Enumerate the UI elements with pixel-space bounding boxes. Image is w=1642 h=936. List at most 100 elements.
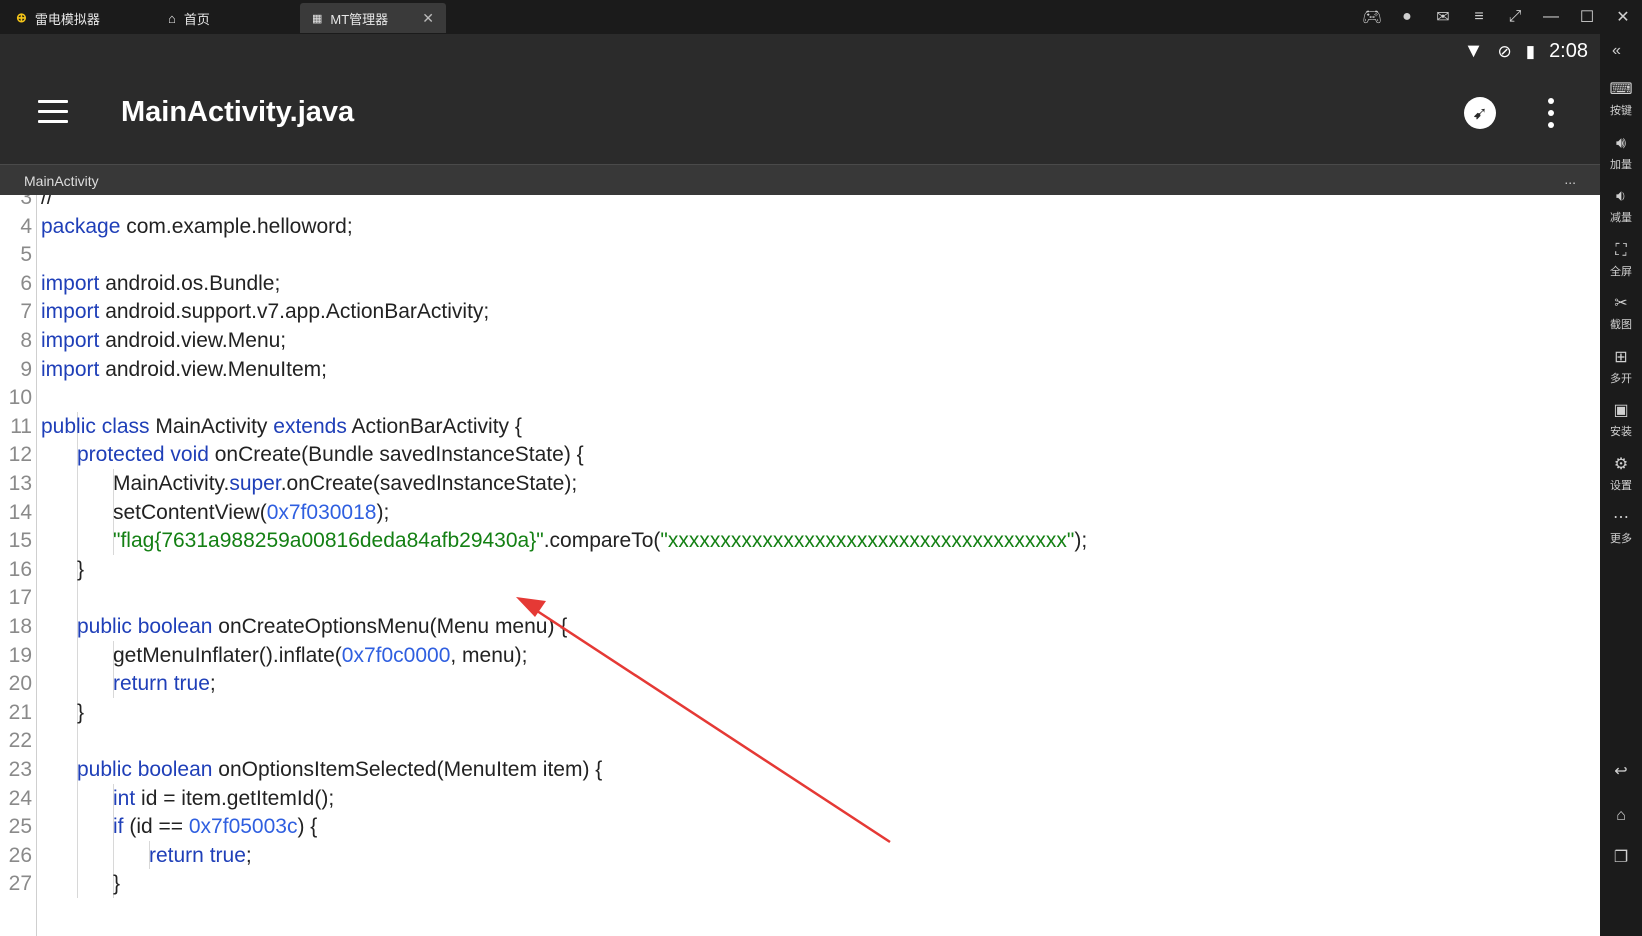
breadcrumb: MainActivity ... — [0, 164, 1600, 195]
line-number: 27 — [8, 872, 32, 896]
home-nav-icon[interactable]: ⌂ — [1600, 806, 1642, 828]
gutter-divider — [36, 195, 37, 936]
code-text: } — [113, 869, 120, 899]
code-token: 0x7f05003c — [188, 815, 298, 839]
code-token: id = item.getItemId(); — [135, 786, 335, 810]
back-icon[interactable]: ↩ — [1600, 762, 1642, 784]
code-token: int — [113, 786, 136, 810]
code-token: .compareTo( — [543, 529, 661, 553]
wifi-icon: ▼ — [1463, 40, 1484, 62]
code-token: ); — [1074, 529, 1088, 553]
sidebar-item-label: 减量 — [1610, 212, 1632, 224]
sidebar-item-volume-down[interactable]: 🔉︎ 减量 — [1600, 187, 1642, 225]
scissors-icon: ✂ — [1614, 295, 1628, 312]
sidebar-item-multi-instance[interactable]: ⊞ 多开 — [1600, 348, 1642, 386]
sidebar-item-keyboard[interactable]: ⌨ 按键 — [1600, 80, 1642, 118]
code-text: // — [41, 195, 53, 213]
collapse-sidebar-icon[interactable]: « — [1612, 42, 1621, 60]
maximize-icon[interactable]: ☐ — [1578, 7, 1596, 27]
line-number: 13 — [8, 472, 32, 495]
emulator-app-tab[interactable]: ⊕ 雷电模拟器 — [4, 3, 154, 33]
code-text: import android.support.v7.app.ActionBarA… — [41, 297, 489, 327]
code-token: onOptionsItemSelected(MenuItem item) { — [212, 758, 603, 781]
fullscreen-icon: ⛶ — [1615, 241, 1627, 259]
code-token: android.support.v7.app.ActionBarActivity… — [99, 300, 490, 324]
line-number: 17 — [8, 586, 32, 610]
emulator-logo-icon: ⊕ — [16, 10, 27, 25]
minimize-icon[interactable]: — — [1542, 8, 1560, 26]
line-number: 9 — [20, 357, 32, 381]
line-number: 3 — [20, 195, 32, 209]
sidebar-item-scissors[interactable]: ✂ 截图 — [1600, 294, 1642, 332]
multi-instance-icon: ⊞ — [1614, 348, 1628, 366]
line-number: 6 — [20, 271, 32, 295]
code-text: } — [77, 555, 84, 585]
code-token: } — [113, 872, 121, 896]
emulator-titlebar: ⊕ 雷电模拟器 ⌂ 首页 ▦ MT管理器 ✕ 🎮︎ ● ✉ ≡ ⤢ — ☐ ✕ — [0, 0, 1642, 34]
overflow-menu-icon[interactable] — [1545, 98, 1557, 128]
code-token: } — [77, 700, 85, 724]
mail-icon[interactable]: ✉ — [1434, 7, 1452, 27]
code-token: } — [77, 557, 85, 581]
code-text: } — [77, 698, 84, 728]
recents-icon[interactable]: ❐ — [1600, 848, 1642, 870]
code-token: ) { — [297, 815, 318, 839]
tab-home[interactable]: ⌂ 首页 — [156, 3, 296, 33]
account-icon[interactable]: ● — [1398, 8, 1416, 26]
sidebar-item-fullscreen[interactable]: ⛶ 全屏 — [1600, 241, 1642, 279]
tab-close-icon[interactable]: ✕ — [422, 10, 434, 27]
page-title: MainActivity.java — [121, 96, 355, 128]
android-screen: ▼ ⊘ ▮ 2:08 MainActivity.java ➹ MainActiv… — [0, 34, 1600, 936]
line-number: 26 — [8, 843, 32, 867]
code-token: android.os.Bundle; — [99, 271, 281, 295]
code-token: MainActivity. — [113, 472, 230, 495]
line-number: 15 — [8, 529, 32, 553]
breadcrumb-overflow[interactable]: ... — [1564, 171, 1576, 187]
breadcrumb-item[interactable]: MainActivity — [24, 173, 99, 189]
sidebar-item-apk[interactable]: ▣ 安装 — [1600, 401, 1642, 439]
line-number: 16 — [8, 557, 32, 581]
line-number: 5 — [20, 243, 32, 267]
sidebar-item-label: 更多 — [1610, 533, 1632, 545]
menu-icon[interactable] — [38, 100, 68, 124]
code-text: return true; — [113, 669, 216, 699]
code-text: if (id == 0x7f05003c) { — [113, 812, 317, 842]
gamepad-icon[interactable]: 🎮︎ — [1362, 7, 1382, 27]
code-token: , menu); — [450, 643, 528, 667]
sidebar-item-label: 设置 — [1610, 479, 1632, 492]
code-token: android.view.Menu; — [99, 329, 287, 352]
close-icon[interactable]: ✕ — [1614, 7, 1632, 27]
emulator-sidebar: « ⌨ 按键 🔊︎ 加量 🔉︎ 减量 ⛶ 全屏 ✂ 截图 ⊞ 多开 ▣ 安装 ⚙ 设置 ⋯ 更多 ↩ ⌂ ❐ — [1600, 34, 1642, 936]
resize-icon[interactable]: ⤢ — [1506, 8, 1524, 26]
tab-home-label: 首页 — [183, 11, 210, 27]
line-number: 24 — [8, 786, 32, 810]
code-token: ActionBarActivity { — [346, 414, 522, 438]
line-number: 18 — [8, 615, 32, 638]
code-token: import — [41, 300, 100, 324]
code-text: int id = item.getItemId(); — [113, 784, 334, 814]
line-number: 8 — [20, 329, 32, 352]
volume-down-icon: 🔉︎ — [1615, 188, 1627, 205]
code-text: import android.os.Bundle; — [41, 269, 280, 299]
hamburger-icon[interactable]: ≡ — [1470, 8, 1488, 26]
code-token: import — [41, 329, 100, 352]
tab-mt-manager-label: MT管理器 — [330, 11, 389, 27]
sidebar-item-label: 按键 — [1610, 105, 1632, 117]
volume-up-icon: 🔊︎ — [1615, 134, 1627, 152]
sidebar-item-volume-up[interactable]: 🔊︎ 加量 — [1600, 134, 1642, 172]
code-text: import android.view.Menu; — [41, 326, 286, 356]
code-editor[interactable]: 3 // 4 package com.example.helloword; 5 6 impo… — [0, 195, 1600, 936]
line-number: 22 — [8, 729, 32, 753]
code-token: "flag{7631a988259a00816deda84afb29430a}" — [113, 529, 544, 553]
code-token: ; — [245, 843, 252, 867]
code-token: extends — [273, 414, 347, 438]
sidebar-item-label: 全屏 — [1610, 265, 1632, 278]
tab-mt-manager[interactable]: ▦ MT管理器 ✕ — [300, 3, 446, 33]
code-token: package — [41, 214, 121, 238]
sidebar-item-gear[interactable]: ⚙ 设置 — [1600, 455, 1642, 493]
code-text: getMenuInflater().inflate(0x7f0c0000, me… — [113, 641, 527, 671]
line-number: 20 — [8, 672, 32, 696]
sidebar-item-more[interactable]: ⋯ 更多 — [1600, 508, 1642, 546]
compass-icon[interactable]: ➹ — [1464, 97, 1496, 129]
indent-guide — [77, 411, 78, 898]
